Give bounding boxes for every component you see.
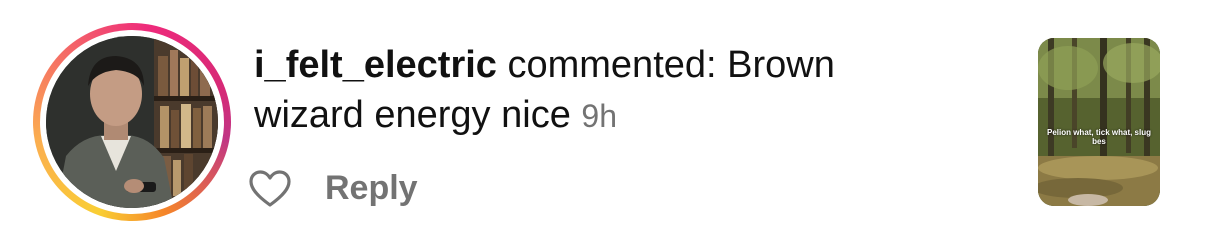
notification-row[interactable]: i_felt_electric commented: Brown wizard … (0, 0, 1206, 251)
username-link[interactable]: i_felt_electric (254, 44, 497, 86)
reply-button[interactable]: Reply (325, 168, 418, 208)
comment-text: i_felt_electric commented: Brown wizard … (254, 40, 954, 141)
timestamp: 9h (581, 98, 617, 134)
post-thumbnail[interactable]: Pelion what, tick what, slug bes (1038, 38, 1160, 206)
heart-outline-icon (249, 170, 291, 207)
comment-verb: commented: (496, 44, 728, 86)
avatar[interactable] (33, 23, 231, 221)
like-button[interactable] (248, 169, 292, 209)
thumbnail-caption: Pelion what, tick what, slug bes (1046, 128, 1151, 146)
avatar-photo (46, 36, 218, 208)
